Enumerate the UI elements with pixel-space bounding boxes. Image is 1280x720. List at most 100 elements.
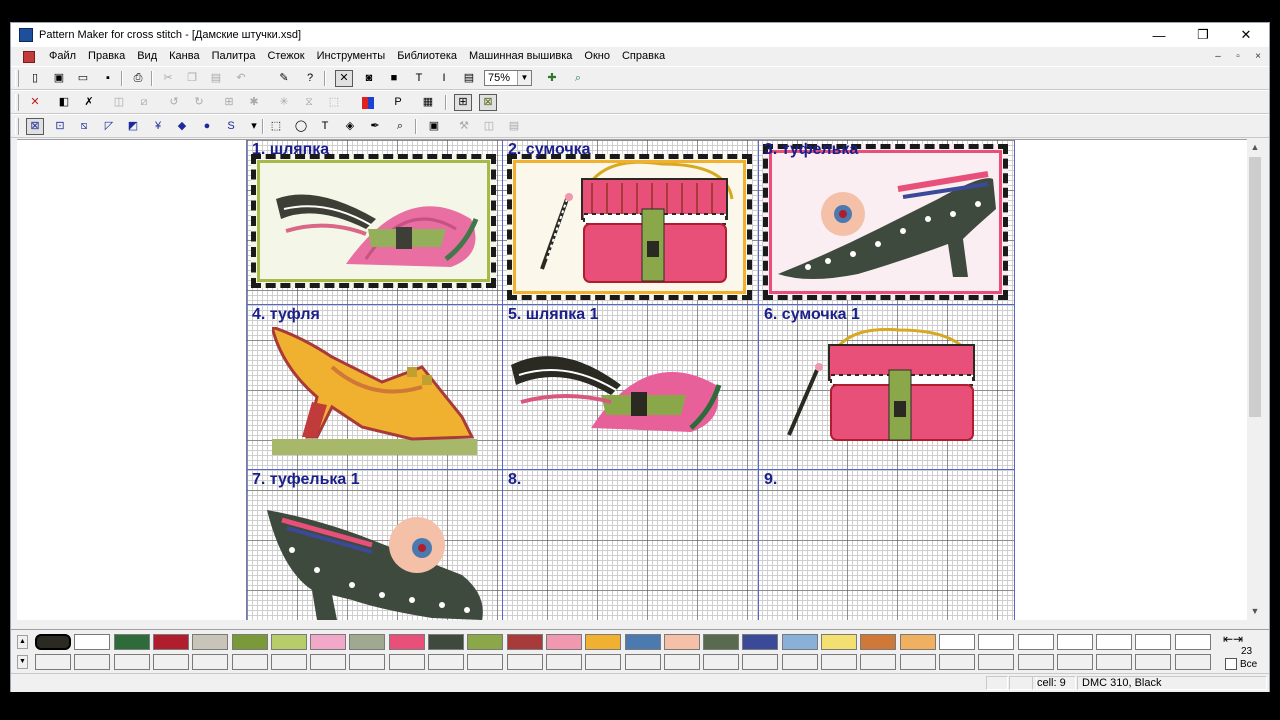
text-tool-icon[interactable]: T xyxy=(316,118,334,135)
palette-swatch[interactable] xyxy=(860,634,897,650)
scroll-thumb[interactable] xyxy=(1249,157,1261,417)
library-cell-7[interactable]: 7. туфелька 1 xyxy=(247,470,503,620)
all-checkbox[interactable] xyxy=(1225,658,1237,670)
undo-icon[interactable]: ↶ xyxy=(232,70,250,87)
document-icon[interactable] xyxy=(23,50,35,63)
maximize-button[interactable]: ❐ xyxy=(1180,23,1226,47)
palette-swatch[interactable] xyxy=(192,634,229,650)
library-cell-3[interactable]: 3. туфелька xyxy=(759,140,1015,305)
menu-machine-embroidery[interactable]: Машинная вышивка xyxy=(463,47,578,66)
backstitch-icon[interactable]: ◩ xyxy=(124,118,142,135)
palette-swatch[interactable] xyxy=(1135,634,1172,650)
magnifier-icon[interactable]: ⌕ xyxy=(391,118,409,135)
stitch-grid[interactable]: 1. шляпка 2. сумочка 3. туфелька 4. туфл… xyxy=(246,140,1015,620)
menu-edit[interactable]: Правка xyxy=(82,47,131,66)
palette-swatch-empty[interactable] xyxy=(152,654,189,670)
palette-swatch[interactable] xyxy=(703,634,740,650)
palette-swatch-empty[interactable] xyxy=(192,654,229,670)
menu-canvas[interactable]: Канва xyxy=(163,47,205,66)
palette-swatch[interactable] xyxy=(428,634,464,650)
flip-vertical-icon[interactable]: ⧄ xyxy=(135,94,153,111)
close-button[interactable]: ✕ xyxy=(1223,23,1269,47)
library-cell-5[interactable]: 5. шляпка 1 xyxy=(503,305,759,470)
palette-swatch-empty[interactable] xyxy=(624,654,661,670)
pattern-canvas[interactable]: 1. шляпка 2. сумочка 3. туфелька 4. туфл… xyxy=(17,139,1247,620)
palette-swatch-empty[interactable] xyxy=(310,654,347,670)
tools-icon[interactable]: ⚒ xyxy=(455,118,473,135)
copy-icon[interactable]: ❐ xyxy=(183,70,201,87)
vertical-scrollbar[interactable]: ▲ ▼ xyxy=(1247,139,1263,619)
palette-swatch[interactable] xyxy=(821,634,857,650)
palette-swatch-empty[interactable] xyxy=(74,654,111,670)
palette-swatch[interactable] xyxy=(1017,634,1054,650)
half-stitch-icon[interactable]: ⊡ xyxy=(51,118,69,135)
palette-swatch-empty[interactable] xyxy=(821,654,857,670)
swap-colors-icon[interactable]: ◧ xyxy=(55,94,73,111)
palette-swatch-empty[interactable] xyxy=(663,654,700,670)
remove-color-icon[interactable]: ✗ xyxy=(80,94,98,111)
palette-swatch[interactable] xyxy=(1174,634,1211,650)
toolbar-grip[interactable] xyxy=(15,118,19,135)
library-cell-1[interactable]: 1. шляпка xyxy=(247,140,503,305)
grid-icon[interactable]: ⊞ xyxy=(454,94,472,111)
scroll-down-icon[interactable]: ▼ xyxy=(17,655,28,669)
palette-swatch[interactable] xyxy=(978,634,1015,650)
palette-swatch[interactable] xyxy=(388,634,425,650)
palette-swatch-empty[interactable] xyxy=(585,654,622,670)
menu-view[interactable]: Вид xyxy=(131,47,163,66)
scroll-down-icon[interactable]: ▼ xyxy=(1247,603,1263,619)
view-symbols-icon[interactable]: ◙ xyxy=(360,70,378,87)
crop-icon[interactable]: ⬚ xyxy=(325,94,343,111)
palette-swatch[interactable] xyxy=(152,634,189,650)
scroll-up-icon[interactable]: ▲ xyxy=(17,635,28,649)
palette-swatch-empty[interactable] xyxy=(1174,654,1211,670)
new-from-icon[interactable]: ▣ xyxy=(50,70,68,87)
palette-swatch-empty[interactable] xyxy=(545,654,582,670)
gear-icon[interactable]: ✱ xyxy=(245,94,263,111)
palette-swatch-empty[interactable] xyxy=(742,654,779,670)
palette-swatch-empty[interactable] xyxy=(231,654,268,670)
palette-swatch[interactable] xyxy=(1096,634,1133,650)
three-quarter-stitch-icon[interactable]: ◸ xyxy=(100,118,118,135)
palette-swatch-empty[interactable] xyxy=(938,654,975,670)
palette-swatch-empty[interactable] xyxy=(1017,654,1054,670)
menu-window[interactable]: Окно xyxy=(578,47,616,66)
palette-swatch[interactable] xyxy=(349,634,386,650)
palette-swatch[interactable] xyxy=(231,634,268,650)
palette-swatch-empty[interactable] xyxy=(506,654,543,670)
palette-swatch-empty[interactable] xyxy=(1096,654,1133,670)
palette-swatch[interactable] xyxy=(624,634,661,650)
chevron-down-icon[interactable]: ▼ xyxy=(517,71,531,85)
cut-icon[interactable]: ✂ xyxy=(159,70,177,87)
help-icon[interactable]: ? xyxy=(301,70,319,87)
arrows-icon[interactable]: ⇤⇥ xyxy=(1223,632,1243,646)
menu-library[interactable]: Библиотека xyxy=(391,47,463,66)
minimize-button[interactable]: — xyxy=(1136,23,1182,47)
select-ellipse-icon[interactable]: ◯ xyxy=(292,118,310,135)
view-blocks-icon[interactable]: ■ xyxy=(385,70,403,87)
zoom-search-icon[interactable]: ⌕ xyxy=(569,70,587,87)
print-preview-icon[interactable]: ▤ xyxy=(505,118,523,135)
mdi-close-button[interactable]: × xyxy=(1249,47,1267,66)
palette-swatch[interactable] xyxy=(506,634,543,650)
palette-swatch[interactable] xyxy=(270,634,307,650)
palette-swatch-empty[interactable] xyxy=(349,654,386,670)
new-file-icon[interactable]: ▯ xyxy=(26,70,44,87)
palette-swatch[interactable] xyxy=(113,634,150,650)
toolbar-grip[interactable] xyxy=(15,70,19,87)
quarter-stitch-icon[interactable]: ⧅ xyxy=(75,118,93,135)
rotate-left-icon[interactable]: ↺ xyxy=(165,94,183,111)
mdi-restore-button[interactable]: ▫ xyxy=(1229,47,1247,66)
library-cell-4[interactable]: 4. туфля xyxy=(247,305,503,470)
mirror-vertical-icon[interactable]: ⧖ xyxy=(300,94,318,111)
stitch-grid-icon[interactable]: ⊠ xyxy=(479,94,497,111)
library-cell-9[interactable]: 9. xyxy=(759,470,1015,620)
french-knot-icon[interactable]: ◆ xyxy=(173,118,191,135)
palette-swatch-empty[interactable] xyxy=(1135,654,1172,670)
long-stitch-icon[interactable]: ¥ xyxy=(149,118,167,135)
save-icon[interactable]: ▪ xyxy=(99,70,117,87)
mirror-icon[interactable]: ✳ xyxy=(275,94,293,111)
palette-swatch-empty[interactable] xyxy=(388,654,425,670)
palette-swatch[interactable] xyxy=(663,634,700,650)
palette-swatch-empty[interactable] xyxy=(467,654,504,670)
